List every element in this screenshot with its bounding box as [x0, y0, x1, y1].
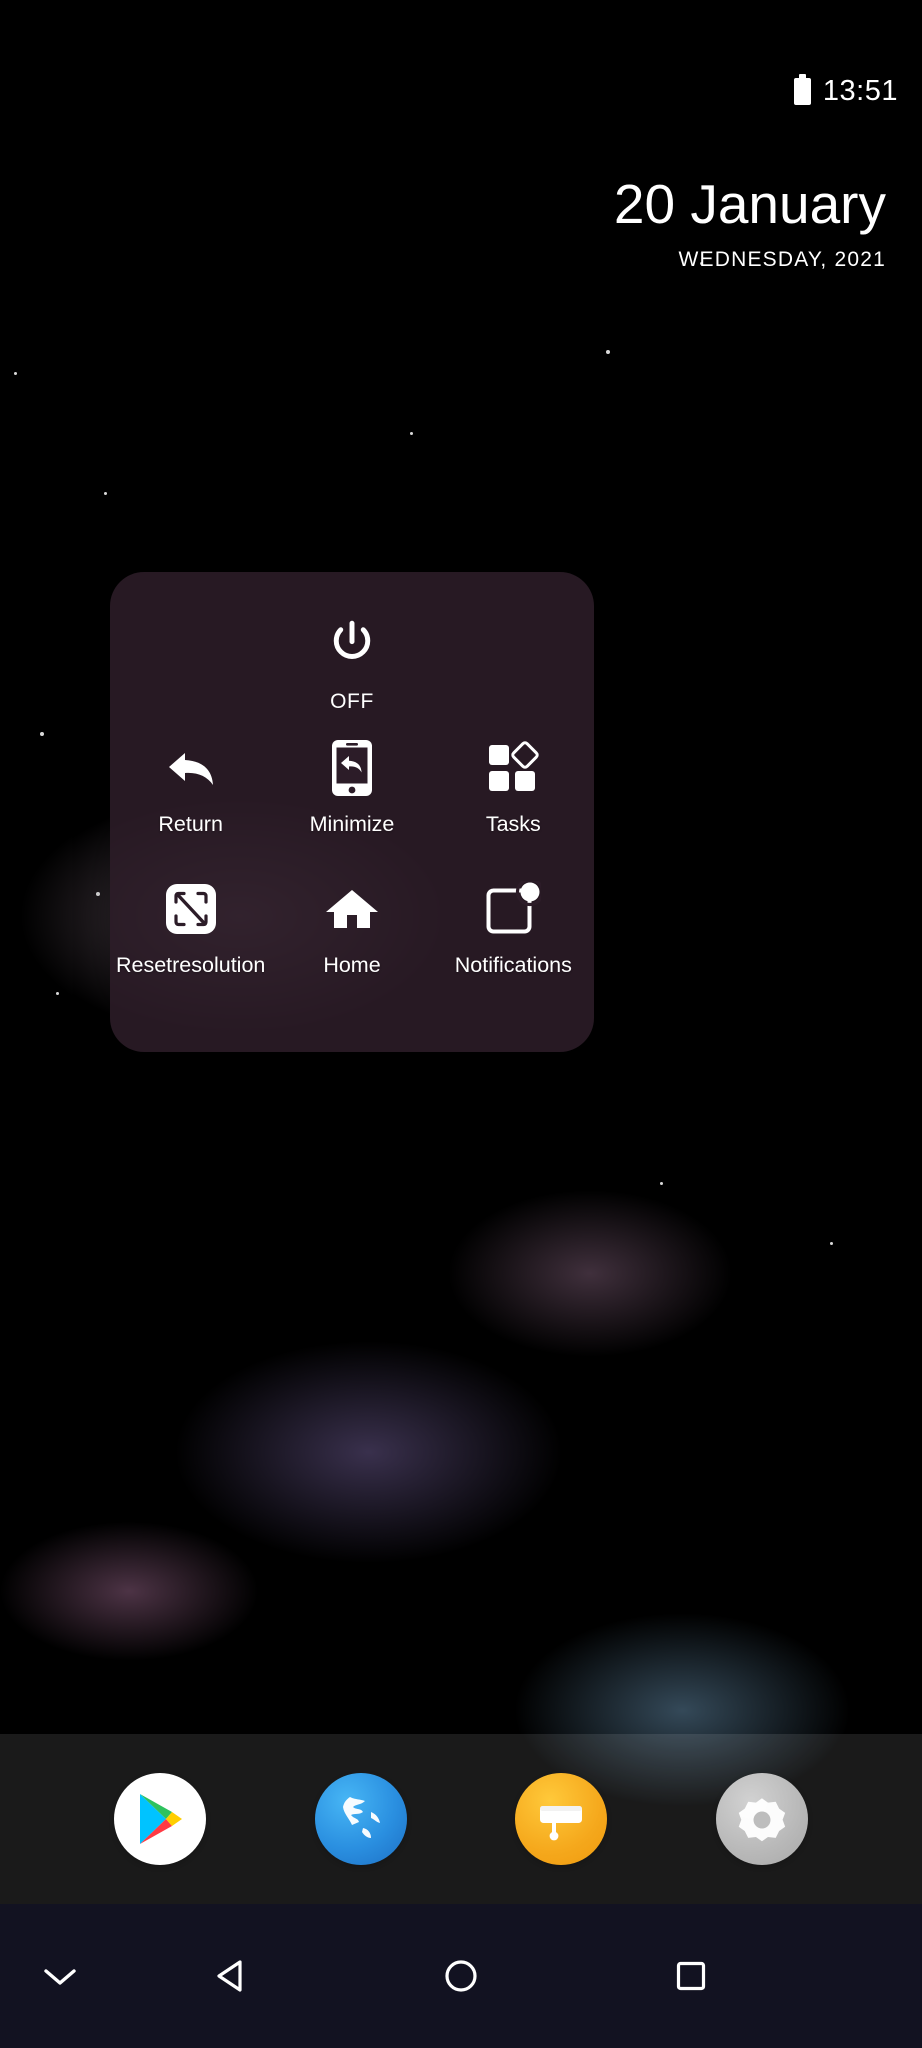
nav-button-home[interactable]	[434, 1949, 488, 2003]
nav-button-hide[interactable]	[32, 1962, 88, 1990]
power-off-button[interactable]: OFF	[110, 616, 594, 714]
power-menu-dialog[interactable]: OFF Return Minimize Tasks Resetresolutio…	[110, 572, 594, 1052]
menu-label-home: Home	[323, 953, 381, 977]
device-bezel-top	[0, 0, 922, 62]
settings-gear-icon	[738, 1798, 785, 1842]
power-menu-grid: Return Minimize Tasks Resetresolution Ho…	[110, 740, 594, 978]
play-store-icon	[140, 1794, 183, 1844]
menu-item-notifications[interactable]: Notifications	[433, 881, 594, 978]
menu-label-resetresolution: Resetresolution	[115, 953, 266, 977]
menu-item-minimize[interactable]: Minimize	[271, 740, 432, 837]
reset-resolution-icon	[163, 881, 219, 937]
chevron-down-icon	[44, 1969, 76, 1985]
power-icon	[333, 620, 371, 659]
menu-item-resetresolution[interactable]: Resetresolution	[110, 881, 271, 978]
menu-label-minimize: Minimize	[309, 812, 395, 836]
menu-label-return: Return	[158, 812, 223, 836]
tasks-squares-icon	[485, 740, 541, 796]
gallery-icon	[540, 1806, 583, 1841]
date-widget[interactable]: 20 January WEDNESDAY, 2021	[614, 177, 886, 272]
dock-app-browser[interactable]	[314, 1773, 407, 1865]
menu-label-notifications: Notifications	[454, 953, 572, 977]
globe-browser-icon	[342, 1797, 380, 1838]
date-weekday-year: WEDNESDAY, 2021	[678, 248, 886, 271]
circle-home-icon	[445, 1960, 477, 1992]
back-arrow-icon	[163, 740, 219, 796]
nav-button-recents[interactable]	[664, 1949, 718, 2003]
menu-item-home[interactable]: Home	[271, 881, 432, 978]
phone-minimize-icon	[324, 740, 380, 796]
dock-app-settings[interactable]	[715, 1773, 808, 1865]
square-recents-icon	[676, 1961, 706, 1991]
triangle-back-icon	[217, 1960, 242, 1992]
power-off-label: OFF	[330, 690, 374, 713]
phone-screen: 13:51 20 January WEDNESDAY, 2021 OFF Ret…	[0, 62, 922, 2048]
menu-item-return[interactable]: Return	[110, 740, 271, 837]
menu-item-tasks[interactable]: Tasks	[433, 740, 594, 837]
dock-app-play-store[interactable]	[114, 1773, 207, 1865]
date-day-month: 20 January	[613, 173, 886, 235]
status-clock: 13:51	[822, 74, 898, 107]
notifications-square-icon	[485, 881, 542, 937]
status-bar: 13:51	[0, 62, 922, 120]
battery-full-icon	[793, 73, 811, 105]
home-icon	[324, 881, 380, 937]
menu-label-tasks: Tasks	[485, 812, 541, 836]
nav-button-back[interactable]	[204, 1949, 258, 2003]
dock-app-gallery[interactable]	[515, 1773, 608, 1865]
navigation-bar	[0, 1904, 922, 2048]
app-dock	[0, 1734, 922, 1904]
